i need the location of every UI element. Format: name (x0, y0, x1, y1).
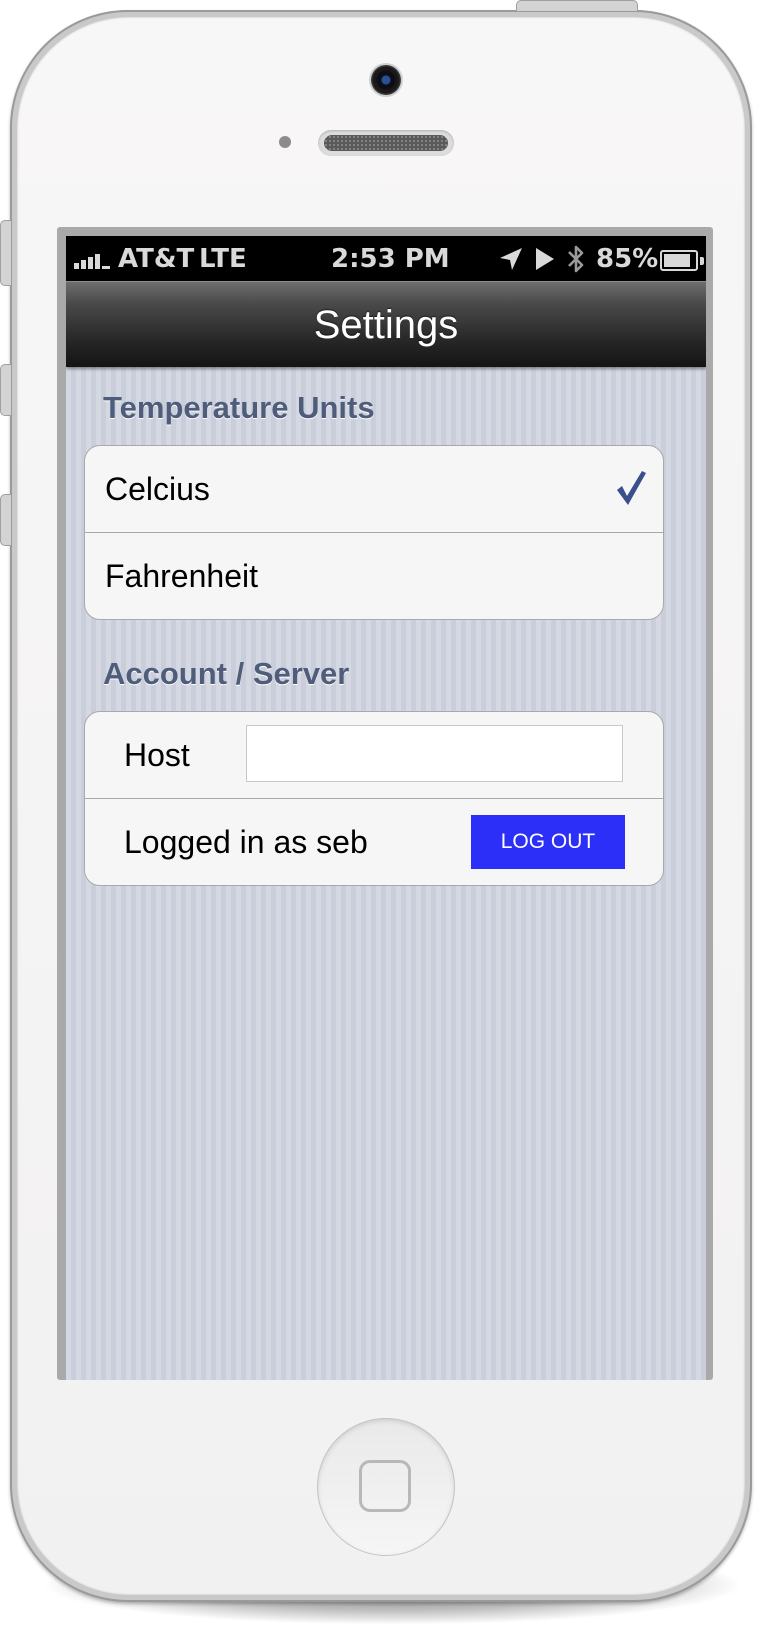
screen: AT&T LTE 2:53 PM 85% Settings Temperatur… (66, 236, 706, 1380)
earpiece-speaker (318, 130, 454, 156)
proximity-sensor (279, 136, 291, 148)
section-header-temperature: Temperature Units (103, 390, 375, 425)
location-arrow-icon (500, 248, 522, 270)
battery-tip (700, 257, 704, 265)
bluetooth-icon (568, 245, 584, 273)
status-clock: 2:53 PM (331, 244, 450, 274)
speaker-grill (324, 135, 448, 151)
battery-level (664, 254, 690, 267)
account-server-group: Host Logged in as seb LOG OUT (84, 711, 664, 886)
status-bar: AT&T LTE 2:53 PM 85% (66, 236, 706, 281)
host-input[interactable] (246, 725, 623, 782)
play-icon (536, 248, 554, 270)
section-header-account: Account / Server (103, 656, 350, 691)
volume-down-button (0, 494, 11, 546)
page-title: Settings (313, 303, 459, 347)
option-label: Celcius (105, 471, 210, 507)
temperature-units-group: Celcius Fahrenheit (84, 445, 664, 620)
navigation-bar: Settings (66, 281, 706, 367)
host-row: Host (85, 712, 663, 799)
logged-in-label: Logged in as seb (124, 824, 368, 860)
battery-percent: 85% (596, 244, 659, 274)
option-fahrenheit[interactable]: Fahrenheit (85, 533, 663, 619)
volume-up-button (0, 364, 11, 416)
host-label: Host (124, 737, 190, 773)
battery-icon (660, 250, 704, 271)
logged-in-row: Logged in as seb LOG OUT (85, 799, 663, 885)
sleep-button (516, 0, 638, 11)
carrier-name: AT&T (118, 244, 195, 274)
front-camera (371, 65, 401, 95)
mute-switch (0, 220, 11, 286)
option-celcius[interactable]: Celcius (85, 446, 663, 533)
home-square-icon (359, 1460, 411, 1512)
home-button[interactable] (317, 1418, 455, 1556)
logout-button[interactable]: LOG OUT (471, 815, 625, 869)
option-label: Fahrenheit (105, 558, 258, 594)
network-type: LTE (199, 244, 247, 274)
checkmark-icon (617, 471, 646, 505)
